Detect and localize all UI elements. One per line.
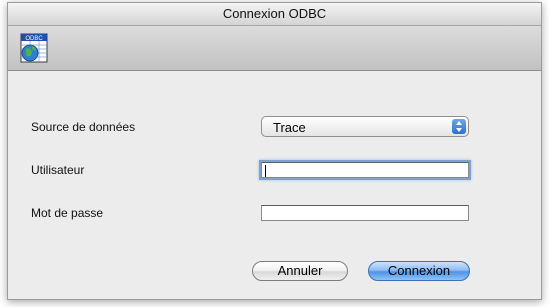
user-label: Utilisateur: [31, 163, 85, 177]
connect-button[interactable]: Connexion: [368, 261, 470, 281]
data-source-select[interactable]: Trace: [261, 116, 469, 137]
up-down-arrows-icon: [452, 119, 466, 134]
user-field[interactable]: [261, 162, 469, 178]
password-field[interactable]: [261, 205, 469, 221]
data-source-value: Trace: [273, 120, 306, 135]
password-label: Mot de passe: [31, 206, 104, 220]
toolbar: ODBC: [8, 26, 541, 71]
cancel-button[interactable]: Annuler: [252, 261, 348, 281]
title-bar[interactable]: Connexion ODBC: [8, 3, 541, 26]
data-source-label: Source de données: [31, 120, 136, 134]
icon-label: ODBC: [25, 36, 43, 42]
database-globe-icon: ODBC: [20, 33, 48, 63]
text-cursor: [265, 165, 266, 177]
odbc-connection-dialog: Connexion ODBC ODBC Source de données Tr…: [7, 2, 542, 300]
window-title: Connexion ODBC: [222, 6, 327, 21]
